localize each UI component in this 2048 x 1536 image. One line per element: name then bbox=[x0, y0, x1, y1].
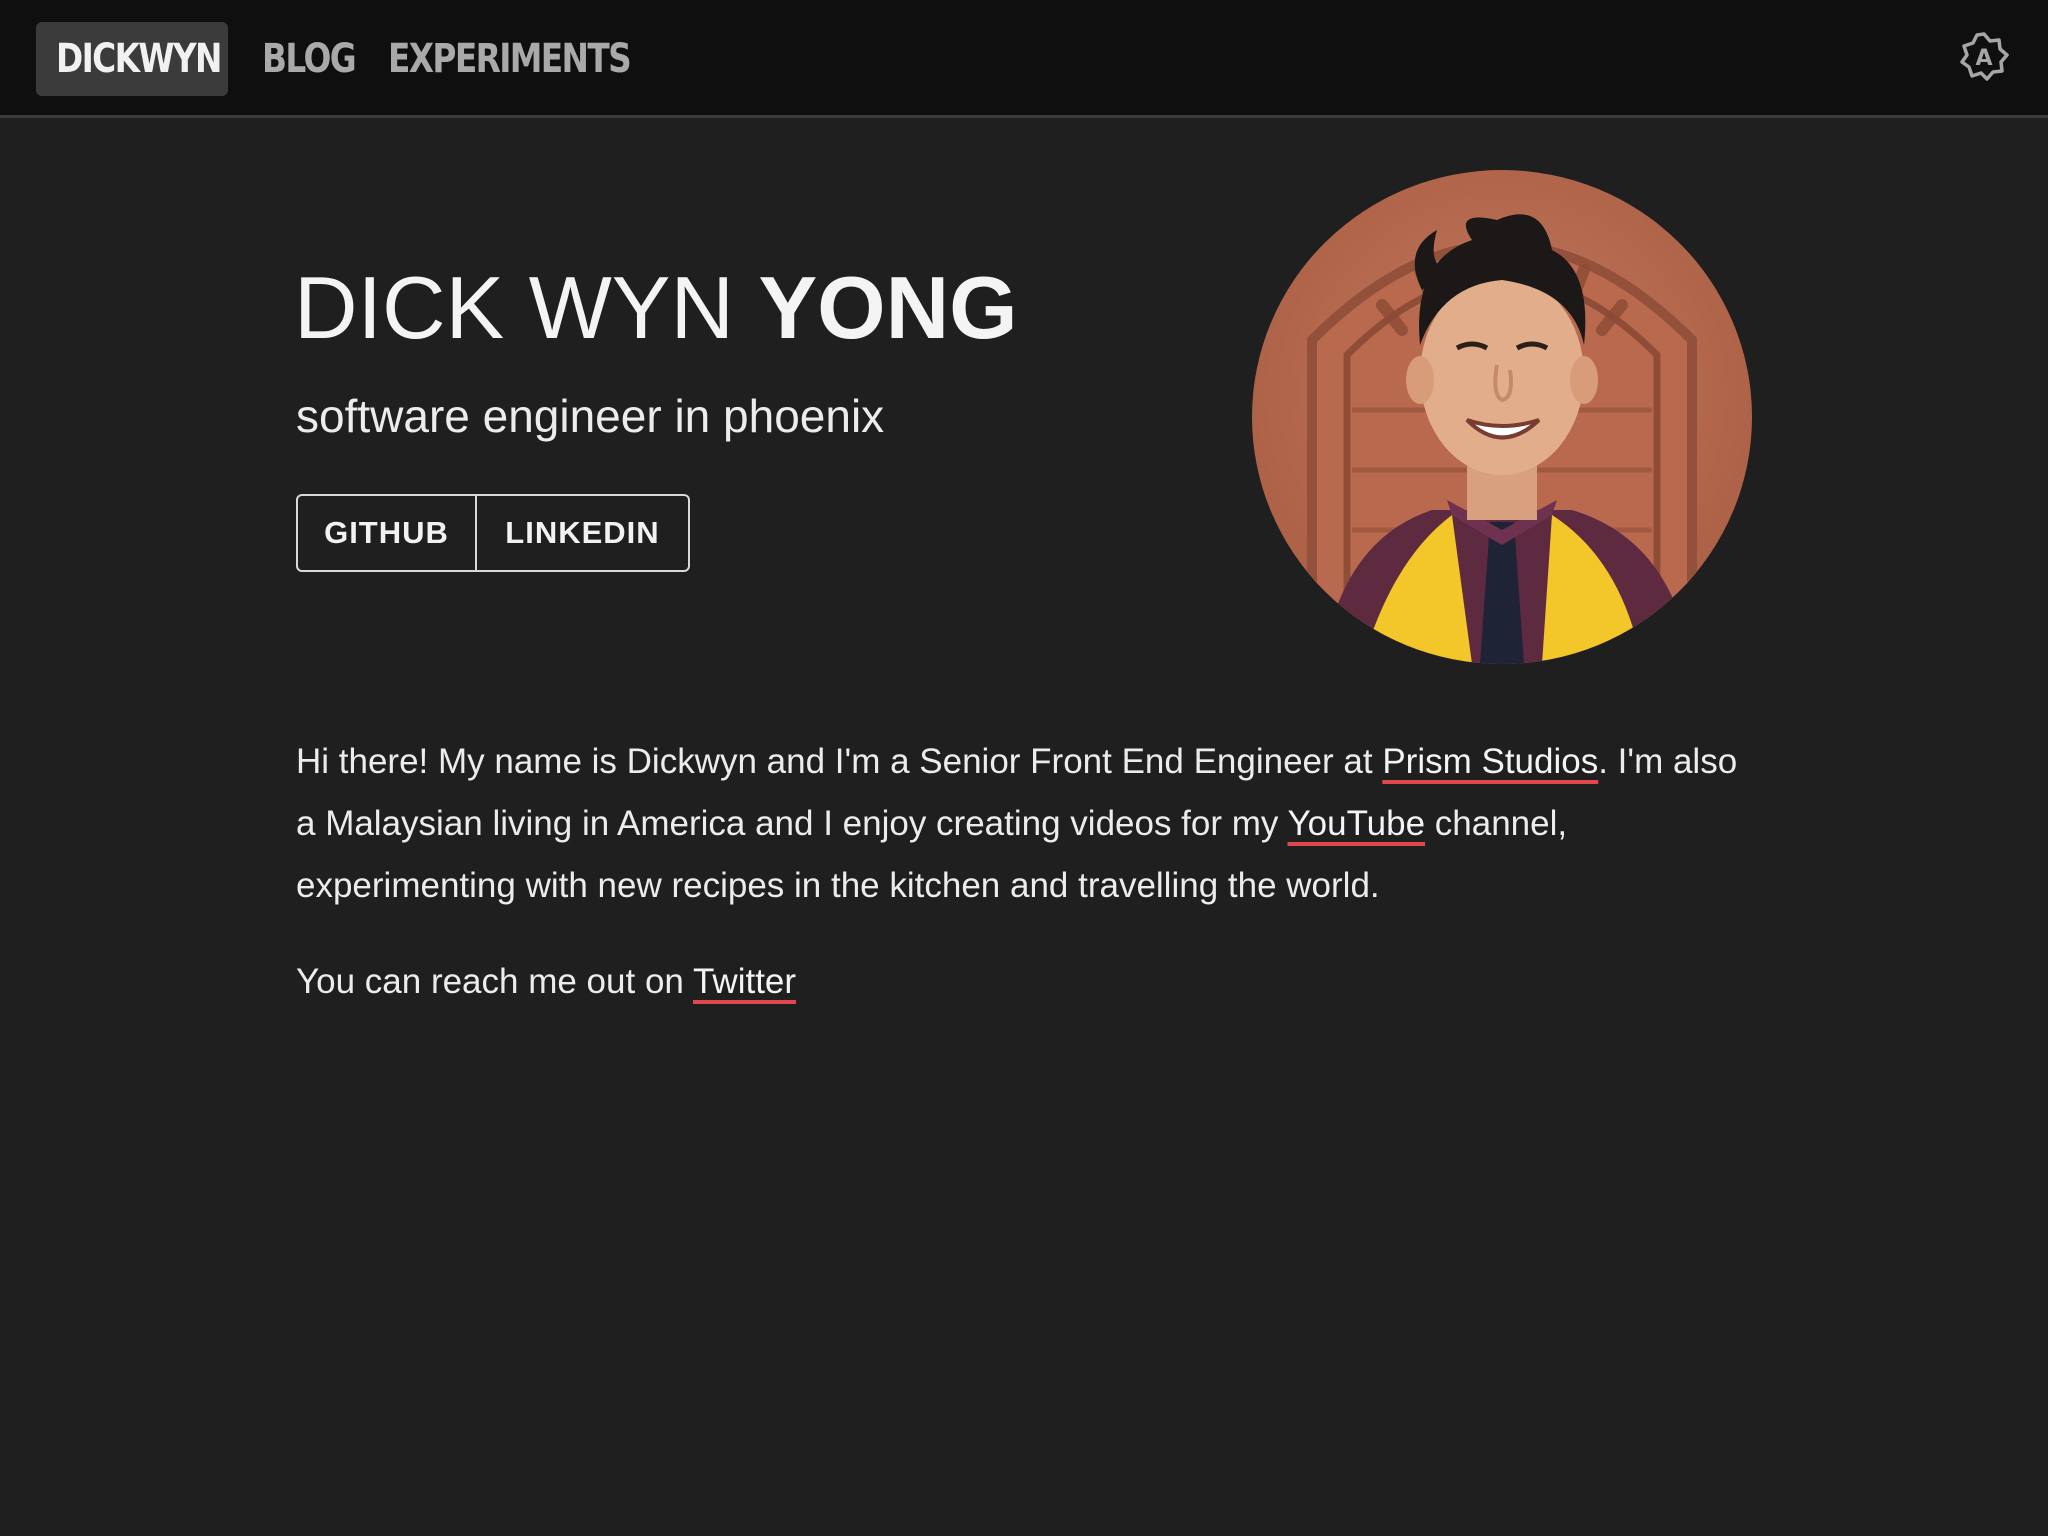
auto-theme-icon: A bbox=[1960, 32, 2009, 81]
title-last-name: YONG bbox=[758, 258, 1018, 357]
brand-home-link[interactable]: DICKWYN bbox=[36, 22, 228, 96]
contact-paragraph: You can reach me out on Twitter bbox=[296, 951, 796, 1013]
theme-toggle-button[interactable]: A bbox=[1958, 31, 2010, 83]
svg-text:A: A bbox=[1975, 46, 1992, 71]
twitter-link[interactable]: Twitter bbox=[693, 962, 796, 1001]
youtube-link[interactable]: YouTube bbox=[1288, 804, 1426, 843]
social-button-group: GITHUB LINKEDIN bbox=[296, 494, 690, 572]
linkedin-button[interactable]: LINKEDIN bbox=[477, 496, 688, 570]
github-button[interactable]: GITHUB bbox=[298, 496, 477, 570]
brand-label: DICKWYN bbox=[56, 36, 222, 82]
avatar bbox=[1252, 170, 1752, 664]
nav-link-blog[interactable]: BLOG bbox=[262, 22, 375, 96]
top-navbar: DICKWYN BLOG EXPERIMENTS A bbox=[0, 0, 2048, 118]
nav-link-blog-label: BLOG bbox=[262, 36, 357, 82]
title-first-names: DICK WYN bbox=[294, 258, 734, 357]
page-subtitle: software engineer in phoenix bbox=[296, 390, 885, 442]
bio-text-part1: Hi there! My name is Dickwyn and I'm a S… bbox=[296, 742, 1383, 781]
contact-text: You can reach me out on bbox=[296, 962, 693, 1001]
nav-link-experiments-label: EXPERIMENTS bbox=[388, 36, 632, 82]
page-title: DICK WYN YONG bbox=[294, 258, 1018, 358]
nav-link-experiments[interactable]: EXPERIMENTS bbox=[388, 22, 683, 96]
profile-photo bbox=[1252, 170, 1752, 664]
bio-paragraph: Hi there! My name is Dickwyn and I'm a S… bbox=[296, 731, 1766, 917]
prism-studios-link[interactable]: Prism Studios bbox=[1382, 742, 1598, 781]
